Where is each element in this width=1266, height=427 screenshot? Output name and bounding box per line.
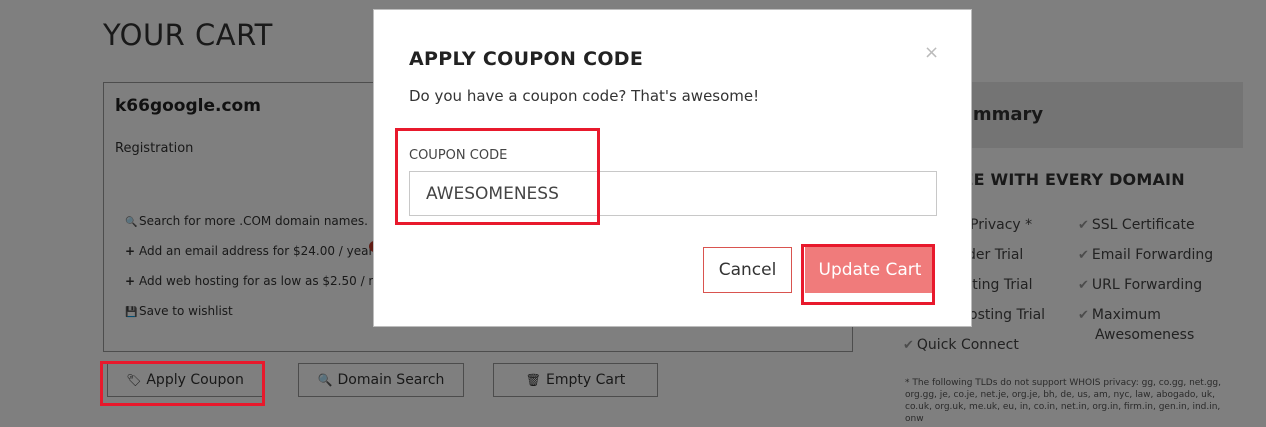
highlight-apply-coupon [100, 361, 265, 406]
modal-title: APPLY COUPON CODE [409, 48, 644, 70]
modal-description: Do you have a coupon code? That's awesom… [409, 87, 760, 105]
cancel-button[interactable]: Cancel [703, 247, 792, 293]
highlight-update-cart [801, 244, 935, 305]
close-icon[interactable]: × [924, 42, 939, 63]
highlight-coupon-field [395, 128, 600, 225]
